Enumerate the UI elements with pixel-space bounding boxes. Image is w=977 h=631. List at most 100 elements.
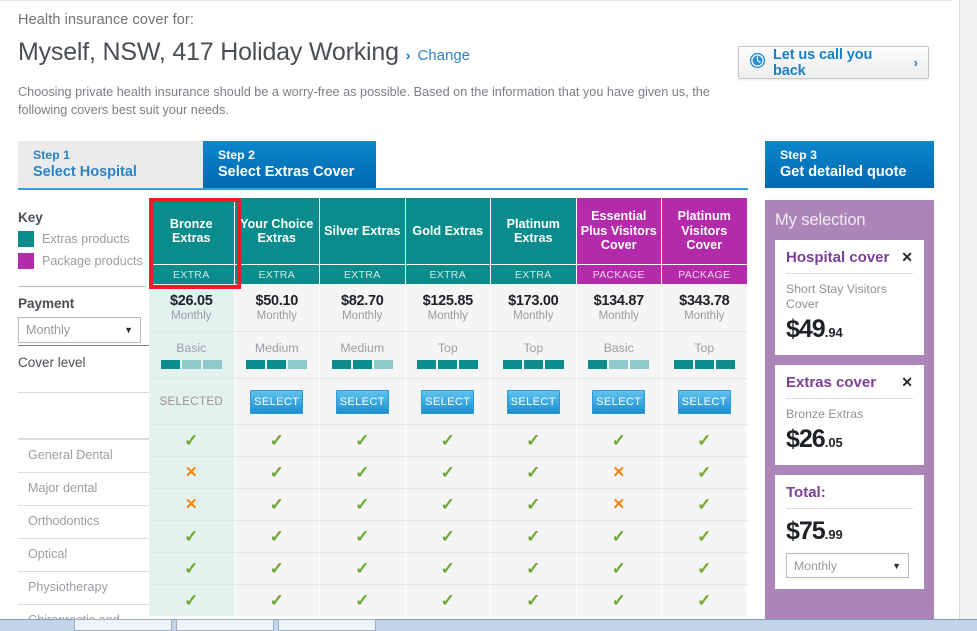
product-header-1[interactable]: Your Choice Extras	[234, 198, 320, 264]
tab-step-3-number: Step 3	[780, 148, 817, 162]
cover-level-rule-bottom	[18, 392, 149, 393]
hospital-cover-card-head: Hospital cover ✕	[786, 249, 913, 266]
check-icon: ✓	[355, 431, 370, 450]
select-button-5[interactable]: SELECT	[592, 389, 646, 414]
cover-level-cell-5: Basic	[576, 331, 662, 378]
product-price-cell-4: $173.00 Monthly	[491, 284, 577, 331]
change-link[interactable]: Change	[417, 47, 470, 64]
product-header-6[interactable]: Platinum Visitors Cover	[662, 198, 748, 264]
product-header-0[interactable]: Bronze Extras	[149, 198, 235, 264]
product-price-cell-5: $134.87 Monthly	[576, 284, 662, 331]
table-row: ✓ ✓ ✓ ✓ ✓ ✓ ✓	[149, 520, 748, 552]
chevron-right-icon: ›	[913, 55, 918, 70]
check-icon: ✓	[184, 559, 199, 578]
check-icon: ✓	[269, 463, 284, 482]
benefit-row-divider	[18, 604, 149, 605]
key-item-package: Package products	[18, 253, 150, 269]
select-button-3[interactable]: SELECT	[421, 389, 475, 414]
check-icon: ✓	[355, 463, 370, 482]
product-header-4[interactable]: Platinum Extras	[491, 198, 577, 264]
select-cell-2: SELECT	[320, 378, 406, 424]
product-header-3[interactable]: Gold Extras	[405, 198, 491, 264]
tab-step-1[interactable]: Step 1 Select Hospital	[18, 141, 203, 188]
check-icon: ✓	[440, 431, 455, 450]
benefit-cell: ✓	[320, 520, 406, 552]
benefit-cell: ✕	[149, 488, 235, 520]
taskbar-button[interactable]	[74, 619, 172, 631]
check-icon: ✓	[269, 591, 284, 610]
card-divider	[786, 273, 913, 274]
close-icon[interactable]: ✕	[901, 249, 913, 266]
window-scroll-gutter[interactable]	[959, 0, 977, 631]
price-period: Monthly	[513, 310, 554, 322]
benefit-cell: ✕	[576, 488, 662, 520]
price-period: Monthly	[684, 310, 725, 322]
select-button-1[interactable]: SELECT	[250, 389, 304, 414]
total-frequency-value: Monthly	[794, 558, 838, 573]
benefit-cell: ✓	[576, 424, 662, 456]
cover-level-value: Basic	[603, 341, 634, 355]
extras-cover-card-head: Extras cover ✕	[786, 374, 913, 391]
tabs-underline	[18, 188, 748, 190]
product-tag-5: PACKAGE	[576, 264, 662, 284]
select-button-2[interactable]: SELECT	[335, 389, 389, 414]
close-icon[interactable]: ✕	[901, 374, 913, 391]
cross-icon: ✕	[612, 464, 626, 481]
benefit-cell: ✓	[149, 584, 235, 616]
product-header-2[interactable]: Silver Extras	[320, 198, 406, 264]
select-cell-0: SELECTED	[149, 378, 235, 424]
cover-level-bar-segment	[352, 360, 372, 369]
cover-level-bar-segment	[673, 360, 693, 369]
select-cell-6: SELECT	[662, 378, 748, 424]
check-icon: ✓	[355, 495, 370, 514]
payment-frequency-select[interactable]: Monthly ▼	[18, 317, 141, 343]
product-header-5[interactable]: Essential Plus Visitors Cover	[576, 198, 662, 264]
step-tabs: Step 1 Select Hospital Step 2 Select Ext…	[18, 141, 376, 188]
page-header: Health insurance cover for: Myself, NSW,…	[18, 10, 778, 119]
benefit-cell: ✓	[662, 488, 748, 520]
header-description: Choosing private health insurance should…	[18, 85, 710, 117]
cover-level-value: Top	[437, 341, 458, 355]
cover-level-rule-top	[18, 345, 149, 346]
benefit-cell: ✓	[234, 488, 320, 520]
taskbar-button[interactable]	[176, 619, 274, 631]
cover-level-bar-segment	[331, 360, 351, 369]
taskbar-button[interactable]	[278, 619, 376, 631]
cover-level-bar-segment	[459, 360, 479, 369]
check-icon: ✓	[526, 559, 541, 578]
cover-level-cell-4: Top	[491, 331, 577, 378]
cross-icon: ✕	[612, 496, 626, 513]
chevron-down-icon: ▼	[892, 560, 901, 571]
benefit-cell: ✓	[662, 424, 748, 456]
os-taskbar	[0, 619, 977, 631]
cover-level-bars	[246, 360, 308, 369]
benefit-row-divider	[18, 439, 149, 440]
benefit-cell: ✕	[576, 456, 662, 488]
check-icon: ✓	[697, 495, 712, 514]
left-panel: Key Extras products Package products Pay…	[18, 210, 150, 343]
total-cents: .99	[824, 527, 843, 542]
tab-step-3[interactable]: Step 3 Get detailed quote	[765, 141, 934, 188]
check-icon: ✓	[184, 527, 199, 546]
table-row: ✓ ✓ ✓ ✓ ✓ ✓ ✓	[149, 552, 748, 584]
benefit-cell: ✓	[576, 552, 662, 584]
my-selection-panel: My selection Hospital cover ✕ Short Stay…	[765, 200, 934, 623]
grid-tag-row: EXTRA EXTRA EXTRA EXTRA EXTRA PACKAGE PACKAGE	[149, 264, 748, 284]
benefit-cell: ✓	[491, 552, 577, 584]
select-button-4[interactable]: SELECT	[506, 389, 560, 414]
tab-step-2[interactable]: Step 2 Select Extras Cover	[203, 141, 376, 188]
benefit-label: Major dental	[28, 481, 98, 495]
benefit-cell: ✓	[405, 424, 491, 456]
cover-level-bars	[331, 360, 393, 369]
product-tag-1: EXTRA	[234, 264, 320, 284]
select-button-6[interactable]: SELECT	[677, 389, 731, 414]
check-icon: ✓	[526, 591, 541, 610]
let-us-call-you-back-button[interactable]: Let us call you back ›	[738, 46, 929, 79]
cross-icon: ✕	[184, 464, 198, 481]
cover-level-bar-segment	[417, 360, 437, 369]
total-frequency-select[interactable]: Monthly ▼	[786, 553, 909, 578]
cover-level-bar-segment	[160, 360, 180, 369]
select-cell-5: SELECT	[576, 378, 662, 424]
tab-step-2-label: Select Extras Cover	[218, 164, 355, 180]
benefit-cell: ✓	[149, 552, 235, 584]
